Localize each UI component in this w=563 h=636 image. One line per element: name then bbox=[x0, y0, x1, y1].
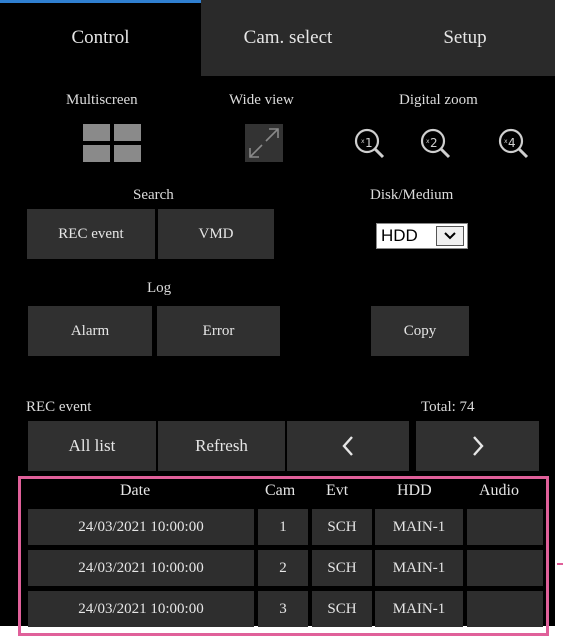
row-date: 24/03/2021 10:00:00 bbox=[28, 591, 254, 627]
row-cam: 1 bbox=[258, 509, 308, 545]
col-evt-header: Evt bbox=[326, 482, 349, 499]
zoom-x1-icon[interactable]: x 1 bbox=[353, 126, 387, 162]
disk-medium-value: HDD bbox=[381, 226, 418, 245]
wide-view-icon[interactable] bbox=[245, 124, 283, 162]
multiscreen-icon[interactable] bbox=[83, 124, 141, 162]
tab-setup[interactable]: Setup bbox=[375, 0, 555, 76]
wide-view-label: Wide view bbox=[229, 92, 294, 108]
disk-medium-select[interactable]: HDD bbox=[376, 223, 468, 249]
chevron-right-icon bbox=[472, 436, 484, 456]
disk-medium-label: Disk/Medium bbox=[370, 187, 454, 203]
rec-event-list-label: REC event bbox=[26, 399, 92, 415]
row-evt: SCH bbox=[312, 591, 372, 627]
chevron-down-icon[interactable] bbox=[436, 226, 464, 246]
next-page-button[interactable] bbox=[416, 421, 539, 471]
row-hdd: MAIN-1 bbox=[375, 509, 463, 545]
row-hdd: MAIN-1 bbox=[375, 591, 463, 627]
svg-text:1: 1 bbox=[365, 136, 373, 150]
row-date: 24/03/2021 10:00:00 bbox=[28, 550, 254, 586]
refresh-button[interactable]: Refresh bbox=[158, 421, 285, 471]
row-audio bbox=[467, 550, 543, 586]
col-hdd-header: HDD bbox=[397, 482, 432, 499]
rec-event-search-button[interactable]: REC event bbox=[27, 209, 155, 259]
svg-text:2: 2 bbox=[430, 136, 438, 150]
copy-button[interactable]: Copy bbox=[371, 306, 469, 356]
vmd-search-button[interactable]: VMD bbox=[158, 209, 274, 259]
row-date: 24/03/2021 10:00:00 bbox=[28, 509, 254, 545]
search-label: Search bbox=[133, 187, 174, 203]
zoom-x2-icon[interactable]: x 2 bbox=[419, 126, 453, 162]
callout-line bbox=[557, 563, 563, 565]
error-log-button[interactable]: Error bbox=[157, 306, 280, 356]
chevron-left-icon bbox=[342, 436, 353, 456]
col-date-header: Date bbox=[120, 482, 151, 499]
row-cam: 3 bbox=[258, 591, 308, 627]
prev-page-button[interactable] bbox=[287, 421, 409, 471]
total-count: Total: 74 bbox=[421, 399, 475, 415]
tab-cam-select[interactable]: Cam. select bbox=[201, 0, 375, 76]
row-hdd: MAIN-1 bbox=[375, 550, 463, 586]
digital-zoom-label: Digital zoom bbox=[399, 92, 478, 108]
zoom-x4-icon[interactable]: x 4 bbox=[497, 126, 531, 162]
row-cam: 2 bbox=[258, 550, 308, 586]
row-evt: SCH bbox=[312, 509, 372, 545]
tab-control[interactable]: Control bbox=[0, 0, 201, 76]
row-evt: SCH bbox=[312, 550, 372, 586]
col-cam-header: Cam bbox=[265, 482, 296, 499]
log-label: Log bbox=[147, 280, 172, 296]
row-audio bbox=[467, 509, 543, 545]
svg-text:4: 4 bbox=[508, 136, 516, 150]
all-list-button[interactable]: All list bbox=[28, 421, 156, 471]
col-audio-header: Audio bbox=[479, 482, 519, 499]
row-audio bbox=[467, 591, 543, 627]
multiscreen-label: Multiscreen bbox=[66, 92, 138, 108]
alarm-log-button[interactable]: Alarm bbox=[28, 306, 152, 356]
